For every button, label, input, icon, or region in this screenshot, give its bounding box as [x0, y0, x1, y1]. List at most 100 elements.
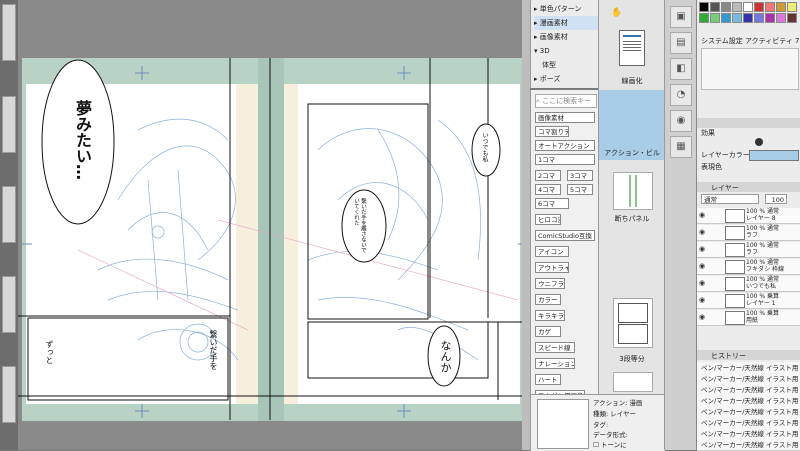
- prop-line: データ形式:: [593, 431, 628, 439]
- opacity-field[interactable]: 100: [765, 194, 787, 204]
- layer-row[interactable]: ◉ 100 % 通常 いつでも私: [697, 276, 800, 292]
- color-swatch[interactable]: [710, 13, 720, 23]
- color-swatch[interactable]: [787, 13, 797, 23]
- material-tag[interactable]: ComicStudio互換: [535, 230, 595, 241]
- tree-item-selected[interactable]: ▸ 漫画素材: [534, 16, 598, 30]
- layer-row[interactable]: ◉ 100 % 乗算 レイヤー 1: [697, 293, 800, 309]
- layer-color-label: レイヤーカラー: [701, 151, 750, 159]
- layer-color-swatch[interactable]: [749, 150, 799, 161]
- page-thumbnail[interactable]: [2, 276, 16, 333]
- color-swatch[interactable]: [699, 2, 709, 12]
- hand-icon[interactable]: ✋: [611, 8, 625, 22]
- material-tag[interactable]: カラー: [535, 294, 561, 305]
- history-tab-bar: ヒストリー: [697, 350, 800, 360]
- material-tag[interactable]: コマ割りテンプレート: [535, 126, 569, 137]
- brush-size-icon[interactable]: ◔: [670, 84, 692, 106]
- preview-thumbnail[interactable]: [613, 372, 653, 392]
- material-tag-panel: ⌕ ここに検索キー 画像素材コマ割りテンプレートオートアクション 1コマ 2コマ 3コ…: [530, 90, 599, 417]
- balloon-text-top: いつでも私: [481, 132, 488, 162]
- tree-item[interactable]: ▸ ポーズ: [534, 72, 598, 86]
- color-swatch[interactable]: [754, 2, 764, 12]
- material-tag[interactable]: 3コマ: [567, 170, 593, 181]
- material-tag[interactable]: 1コマ: [535, 154, 595, 165]
- page-thumbnail[interactable]: [2, 96, 16, 153]
- tree-item[interactable]: ▸ 画像素材: [534, 30, 598, 44]
- document-icon[interactable]: [619, 30, 645, 66]
- eye-icon[interactable]: ◉: [699, 296, 705, 304]
- material-tag[interactable]: 6コマ: [535, 198, 569, 209]
- eye-icon[interactable]: ◉: [699, 228, 705, 236]
- color-swatch[interactable]: [699, 13, 709, 23]
- material-tag[interactable]: キラキラ: [535, 310, 565, 321]
- color-swatch[interactable]: [732, 2, 742, 12]
- navigator-icon[interactable]: ▣: [670, 6, 692, 28]
- material-search-input[interactable]: ⌕ ここに検索キー: [535, 94, 597, 108]
- color-wheel-icon[interactable]: ◉: [670, 110, 692, 132]
- layer-row[interactable]: ◉ 100 % 通常 ラフ: [697, 225, 800, 241]
- eye-icon[interactable]: ◉: [699, 211, 705, 219]
- history-list: ペン/マーカー/天然線 イラスト用 ペン/マーカー/天然線 イラスト用 ペン/マーカ…: [697, 362, 800, 451]
- page-thumbnail[interactable]: [2, 186, 16, 243]
- color-swatch[interactable]: [721, 2, 731, 12]
- material-tag[interactable]: アイコン: [535, 246, 569, 257]
- palette-icon-column: ▣ ▤ ◧ ◔ ◉ ▦: [664, 0, 697, 450]
- tree-item[interactable]: 体型: [534, 58, 606, 72]
- tree-item[interactable]: ▾ 3D: [534, 44, 598, 58]
- tree-item[interactable]: ▸ 単色パターン: [534, 2, 598, 16]
- canvas-area[interactable]: 夢みたい… ずっと 繋いだ手を いつでも私 繋いだ手を離さないでいてくれた なん…: [18, 0, 530, 450]
- eye-icon[interactable]: ◉: [699, 313, 705, 321]
- blend-mode-select[interactable]: 通常: [701, 194, 759, 204]
- material-tag[interactable]: カゲ: [535, 326, 561, 337]
- color-swatch[interactable]: [721, 13, 731, 23]
- material-tag[interactable]: ウニフラ: [535, 278, 565, 289]
- material-tag[interactable]: 2コマ: [535, 170, 561, 181]
- layer-row[interactable]: ◉ 100 % 通常 ラフ: [697, 242, 800, 258]
- material-tag[interactable]: 4コマ: [535, 184, 561, 195]
- page-thumbnail[interactable]: [2, 366, 16, 423]
- effect-toggle[interactable]: [755, 138, 763, 146]
- preview-thumbnail[interactable]: [613, 172, 653, 210]
- color-swatch[interactable]: [732, 13, 742, 23]
- color-swatch[interactable]: [776, 13, 786, 23]
- material-tag[interactable]: 画像素材: [535, 112, 595, 123]
- layer-property-icon[interactable]: ▦: [670, 136, 692, 158]
- color-swatch[interactable]: [710, 2, 720, 12]
- preview-thumbnail[interactable]: [613, 298, 653, 348]
- vertical-text: 繋いだ手を: [209, 330, 218, 370]
- material-tag[interactable]: オートアクション: [535, 140, 595, 151]
- color-swatch[interactable]: [765, 13, 775, 23]
- material-tag[interactable]: ナレーション: [535, 358, 575, 369]
- panel-header: [697, 118, 800, 128]
- page-thumbnail[interactable]: [2, 4, 16, 61]
- material-preview-panel: ✋ 線画化 アクション・ビル 断ちパネル 3段等分: [598, 0, 665, 394]
- material-tag[interactable]: ヒロコ漫画: [535, 214, 561, 225]
- layer-name: 100 % 通常 フキダシ 枠線: [746, 259, 785, 273]
- color-swatch[interactable]: [743, 13, 753, 23]
- color-swatch[interactable]: [754, 13, 764, 23]
- color-swatch[interactable]: [787, 2, 797, 12]
- color-swatch[interactable]: [765, 2, 775, 12]
- material-tag[interactable]: アウトライン: [535, 262, 569, 273]
- layer-row[interactable]: ◉ 100 % 通常 レイヤー 8: [697, 208, 800, 224]
- canvas-scrollbar[interactable]: [522, 0, 530, 450]
- layer-tab[interactable]: レイヤー: [711, 183, 739, 193]
- color-set[interactable]: [699, 2, 799, 30]
- layer-tab-bar: レイヤー: [697, 182, 800, 192]
- color-swatch[interactable]: [743, 2, 753, 12]
- material-tag[interactable]: 5コマ: [567, 184, 593, 195]
- material-tag[interactable]: ハート: [535, 374, 561, 385]
- layer-row[interactable]: ◉ 100 % 通常 フキダシ 枠線: [697, 259, 800, 275]
- eye-icon[interactable]: ◉: [699, 262, 705, 270]
- tool-property-icon[interactable]: ◧: [670, 58, 692, 80]
- subview-icon[interactable]: ▤: [670, 32, 692, 54]
- balloon-text-large: 夢みたい…: [73, 100, 92, 180]
- color-swatch[interactable]: [776, 2, 786, 12]
- eye-icon[interactable]: ◉: [699, 279, 705, 287]
- material-tag[interactable]: スピード線: [535, 342, 575, 353]
- layer-row[interactable]: ◉ 100 % 乗算 用紙: [697, 310, 800, 326]
- history-tab[interactable]: ヒストリー: [711, 351, 746, 361]
- history-item[interactable]: ペン/マーカー/天然線 イラスト用: [697, 439, 800, 451]
- tone-checkbox[interactable]: ☐ トーンに: [593, 439, 627, 449]
- eye-icon[interactable]: ◉: [699, 245, 705, 253]
- layer-name: 100 % 通常 ラフ: [746, 225, 779, 239]
